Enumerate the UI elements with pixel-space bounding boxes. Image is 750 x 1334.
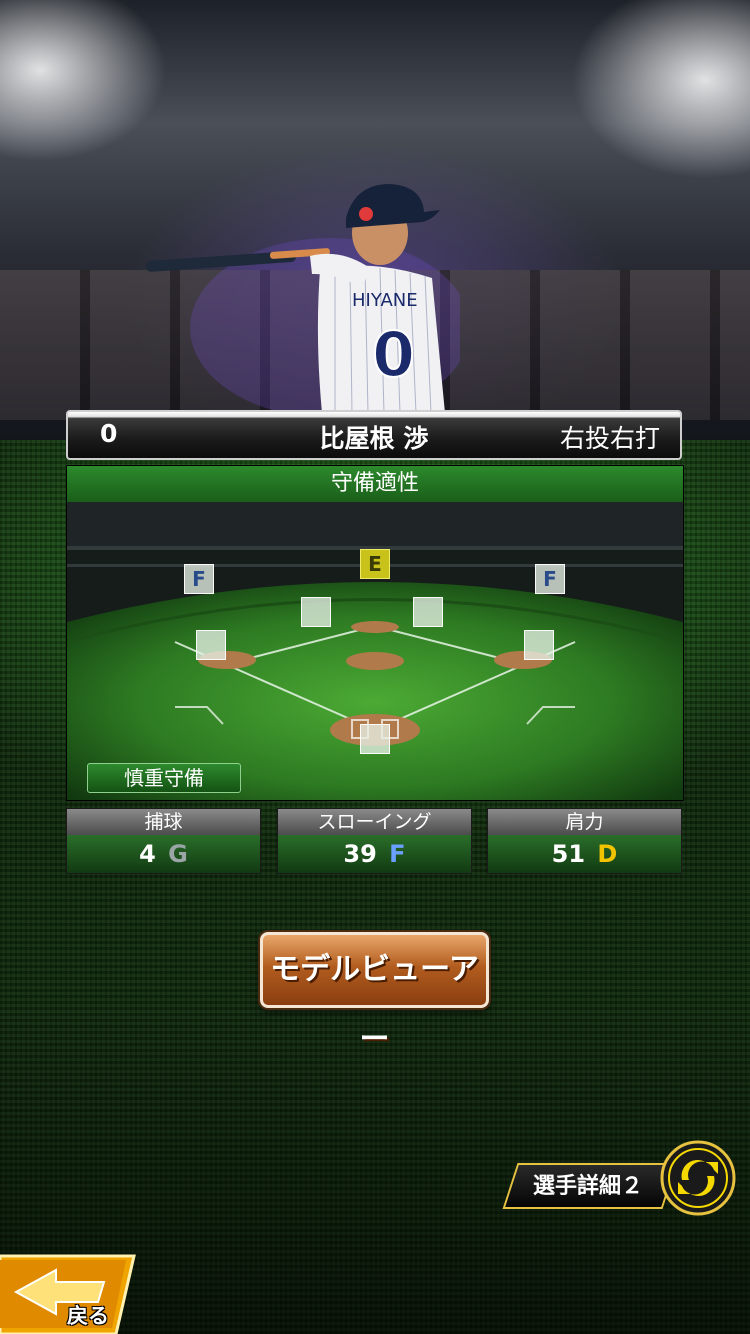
player-detail-label[interactable]: 選手詳細２ xyxy=(518,1170,658,1204)
stat-value: 51 xyxy=(551,840,586,868)
stat-label: 捕球 xyxy=(67,809,260,835)
stat-grade: F xyxy=(389,840,406,868)
player-illustration: HIYANE 0 xyxy=(146,184,460,413)
position-right-field[interactable]: F xyxy=(535,564,565,594)
back-label[interactable]: 戻る xyxy=(58,1300,118,1330)
stat-arm-strength: 肩力 51 D xyxy=(487,808,682,874)
stat-label: スローイング xyxy=(278,809,471,835)
position-first-base[interactable] xyxy=(524,630,554,660)
player-info-bar: 0 比屋根 渉 右投右打 xyxy=(66,410,682,460)
svg-text:HIYANE: HIYANE xyxy=(352,290,418,311)
svg-text:0: 0 xyxy=(372,318,415,391)
position-center-field[interactable]: E xyxy=(360,549,390,579)
position-second-base[interactable] xyxy=(413,597,443,627)
position-left-field[interactable]: F xyxy=(184,564,214,594)
defense-title: 守備適性 xyxy=(67,466,683,502)
position-third-base[interactable] xyxy=(196,630,226,660)
defense-skill-tag: 慎重守備 xyxy=(87,763,241,793)
stat-label: 肩力 xyxy=(488,809,681,835)
stat-value: 4 xyxy=(139,840,156,868)
throw-bat-type: 右投右打 xyxy=(559,424,660,453)
stat-value: 39 xyxy=(343,840,377,868)
model-viewer-button[interactable]: モデルビューアー xyxy=(260,932,489,1057)
stat-throwing: スローイング 39 F xyxy=(277,808,472,874)
stat-grade: D xyxy=(597,840,618,868)
field-graphic xyxy=(66,502,684,800)
stat-grade: G xyxy=(168,840,188,868)
stat-catching: 捕球 4 G xyxy=(66,808,261,874)
defense-aptitude-panel: 守備適性 F E F 慎重守備 xyxy=(66,465,684,801)
baseball-field-diagram: F E F xyxy=(66,502,684,800)
position-catcher[interactable] xyxy=(360,724,390,754)
swap-arrows-icon[interactable] xyxy=(660,1140,736,1216)
position-shortstop[interactable] xyxy=(301,597,331,627)
